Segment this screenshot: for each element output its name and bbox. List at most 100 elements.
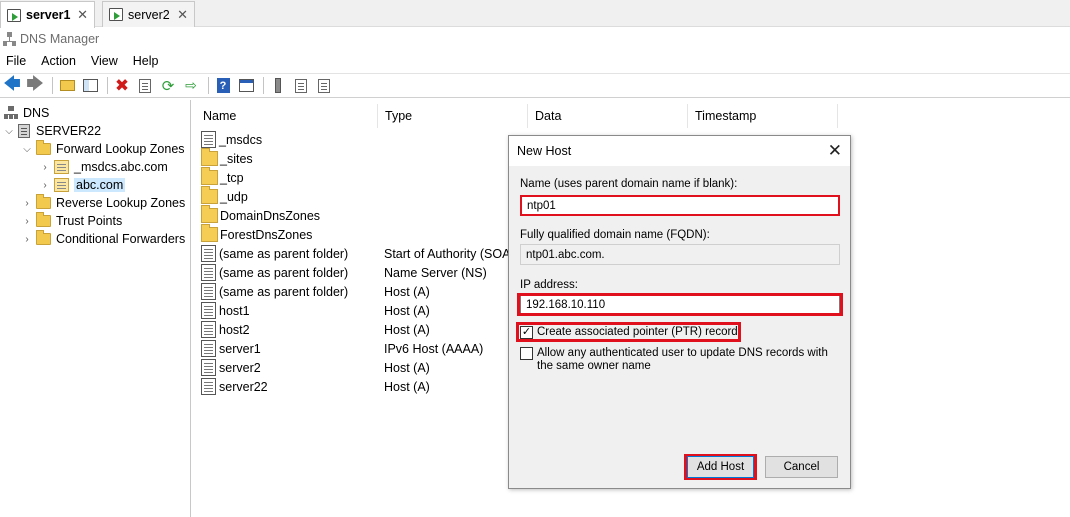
tree-item-abc-zone[interactable]: › abc.com [40, 176, 126, 194]
list-item[interactable]: _tcp [201, 167, 534, 187]
tab-label: server1 [26, 8, 71, 22]
close-icon[interactable]: ✕ [828, 142, 842, 159]
chevron-down-icon[interactable]: ⌵ [4, 126, 14, 137]
refresh-icon[interactable]: ⟳ [158, 76, 178, 96]
folder-icon [201, 224, 218, 242]
record-name-cell: _tcp [201, 167, 384, 185]
toolbar-separator [208, 77, 209, 94]
zone-icon [201, 131, 216, 148]
allow-update-checkbox-row[interactable]: Allow any authenticated user to update D… [520, 347, 840, 373]
list-item[interactable]: _sites [201, 148, 534, 168]
folder-icon [36, 194, 51, 209]
list-item[interactable]: server2 Host (A) [201, 358, 534, 377]
window-title: DNS Manager [20, 32, 100, 46]
properties-icon[interactable] [135, 76, 155, 96]
server-icon [18, 124, 30, 138]
chevron-right-icon[interactable]: › [40, 180, 50, 191]
help-icon[interactable]: ? [213, 76, 233, 96]
forward-arrow-icon[interactable]: 🡆 [25, 74, 45, 96]
server-icon[interactable] [268, 76, 288, 96]
record-name-cell: (same as parent folder) [201, 283, 384, 300]
tab-server2[interactable]: server2 ✕ [102, 1, 195, 27]
chevron-down-icon[interactable]: ⌵ [22, 144, 32, 155]
folder-icon [36, 212, 51, 227]
column-header-data[interactable]: Data [528, 104, 688, 128]
folder-icon [201, 167, 218, 185]
allow-update-checkbox[interactable] [520, 347, 533, 360]
column-header-timestamp[interactable]: Timestamp [688, 104, 838, 128]
chevron-right-icon[interactable]: › [22, 198, 32, 209]
dialog-title: New Host [517, 144, 572, 158]
dns-manager-icon [3, 32, 16, 46]
cancel-button[interactable]: Cancel [765, 456, 838, 478]
list-item[interactable]: (same as parent folder) Host (A) [201, 282, 534, 301]
toolbar-separator [107, 77, 108, 94]
record-name: DomainDnsZones [220, 208, 321, 223]
close-icon[interactable]: ✕ [77, 7, 88, 23]
tree-item-trust-points[interactable]: › Trust Points [22, 212, 122, 230]
tree-item-reverse-lookup-zones[interactable]: › Reverse Lookup Zones [22, 194, 185, 212]
folder-up-icon[interactable] [57, 76, 77, 96]
list-item[interactable]: ForestDnsZones [201, 224, 534, 244]
tree-item-dns[interactable]: DNS [4, 104, 49, 122]
menu-bar: File Action View Help [0, 50, 1070, 72]
record-name-cell: _msdcs [201, 131, 384, 148]
export-list-icon[interactable]: ⇨ [181, 76, 201, 96]
fqdn-label: Fully qualified domain name (FQDN): [520, 229, 710, 241]
menu-view[interactable]: View [91, 54, 118, 68]
list-item[interactable]: server1 IPv6 Host (AAAA) [201, 339, 534, 358]
chevron-right-icon[interactable]: › [22, 234, 32, 245]
ip-address-label: IP address: [520, 279, 578, 291]
show-hide-tree-icon[interactable] [80, 76, 100, 96]
list-item[interactable]: (same as parent folder) Name Server (NS) [201, 263, 534, 282]
list-item[interactable]: server22 Host (A) [201, 377, 534, 396]
menu-file[interactable]: File [6, 54, 26, 68]
folder-icon [201, 148, 218, 166]
ptr-checkbox[interactable]: ✓ [520, 326, 533, 339]
delete-icon[interactable]: ✖ [112, 76, 132, 96]
tab-server1[interactable]: server1 ✕ [0, 1, 95, 28]
menu-help[interactable]: Help [133, 54, 159, 68]
column-header-type[interactable]: Type [378, 104, 528, 128]
mmc-view-icon[interactable] [236, 76, 256, 96]
record-icon [201, 264, 216, 281]
ptr-checkbox-label: Create associated pointer (PTR) record [537, 326, 738, 338]
add-host-button[interactable]: Add Host [687, 456, 754, 478]
record-name-cell: host1 [201, 302, 384, 319]
record-icon [201, 378, 216, 395]
window-title-bar: DNS Manager [0, 28, 1070, 50]
chevron-right-icon[interactable]: › [40, 162, 50, 173]
host-name-input[interactable] [520, 195, 840, 216]
record-name-cell: server1 [201, 340, 384, 357]
tree-item-forward-lookup-zones[interactable]: ⌵ Forward Lookup Zones [22, 140, 185, 158]
list-item[interactable]: (same as parent folder) Start of Authorit… [201, 244, 534, 263]
list-item[interactable]: host1 Host (A) [201, 301, 534, 320]
column-header-name[interactable]: Name [196, 104, 378, 128]
list-item[interactable]: host2 Host (A) [201, 320, 534, 339]
tree-item-server22[interactable]: ⌵ SERVER22 [4, 122, 101, 140]
list-item[interactable]: _msdcs [201, 130, 534, 149]
record-icon [201, 359, 216, 376]
folder-icon [36, 140, 51, 155]
tree-item-conditional-forwarders[interactable]: › Conditional Forwarders [22, 230, 185, 248]
chevron-right-icon[interactable]: › [22, 216, 32, 227]
close-icon[interactable]: ✕ [177, 7, 188, 23]
record-name: (same as parent folder) [219, 246, 349, 261]
ptr-checkbox-row[interactable]: ✓ Create associated pointer (PTR) record [520, 326, 738, 339]
allow-update-label: Allow any authenticated user to update D… [537, 347, 828, 372]
list-header: Name Type Data Timestamp [196, 104, 838, 128]
name-label: Name (uses parent domain name if blank): [520, 178, 738, 190]
menu-action[interactable]: Action [41, 54, 76, 68]
list-item[interactable]: _udp [201, 186, 534, 206]
zone-icon [54, 160, 69, 174]
fqdn-field: ntp01.abc.com. [520, 244, 840, 265]
record-list-icon[interactable] [291, 76, 311, 96]
tree-item-msdcs-zone[interactable]: › _msdcs.abc.com [40, 158, 168, 176]
record-icon [201, 245, 216, 262]
back-arrow-icon[interactable]: 🡄 [2, 74, 22, 96]
copy-icon[interactable] [314, 76, 334, 96]
list-item[interactable]: DomainDnsZones [201, 205, 534, 225]
record-name: _udp [220, 189, 248, 204]
record-name-cell: DomainDnsZones [201, 205, 384, 223]
folder-icon [201, 205, 218, 223]
